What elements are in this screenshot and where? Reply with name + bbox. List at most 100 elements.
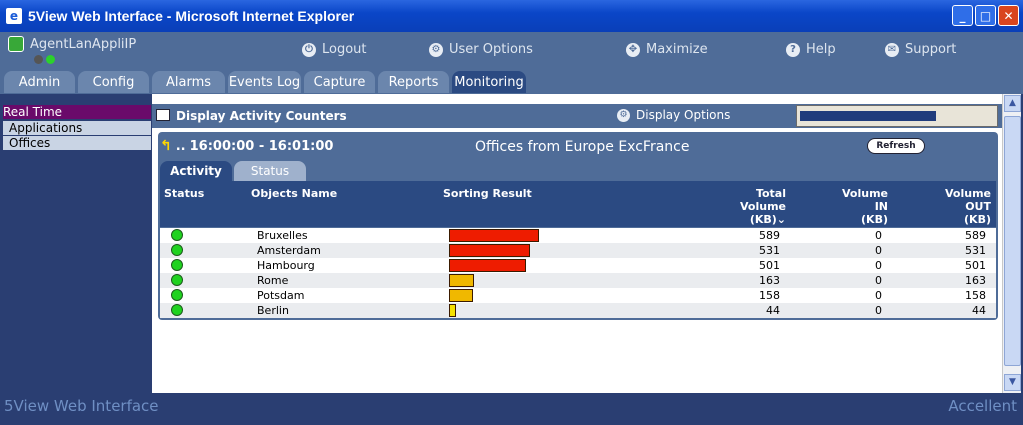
col-volume-out[interactable]: Volume OUT (KB) [922, 187, 991, 226]
col-total-line2: Volume [740, 200, 786, 213]
maximize-icon: ✥ [626, 42, 640, 57]
sort-desc-icon: ⌄ [776, 213, 786, 226]
footer-brand: Accellent [948, 397, 1017, 415]
mail-icon: ✉ [885, 42, 899, 57]
object-name: Berlin [257, 304, 289, 317]
nav-dots: .. [175, 138, 186, 154]
options-icon: ⚙ [617, 108, 630, 122]
table-row[interactable]: Berlin 44 0 44 [160, 303, 996, 318]
table-row[interactable]: Potsdam 158 0 158 [160, 288, 996, 303]
volume-out: 531 [965, 244, 986, 257]
help-link[interactable]: ? Help [786, 42, 836, 57]
support-link[interactable]: ✉ Support [885, 42, 956, 57]
view-title: Offices from Europe ExcFrance [475, 139, 690, 155]
sorting-bar [449, 244, 530, 257]
refresh-button[interactable]: Refresh [867, 138, 925, 154]
object-name: Amsterdam [257, 244, 321, 257]
tab-config[interactable]: Config [78, 71, 149, 93]
close-button[interactable]: ✕ [998, 5, 1019, 26]
tab-alarms[interactable]: Alarms [152, 71, 225, 93]
status-dot-green-icon [46, 55, 55, 64]
user-options-link[interactable]: ⚙ User Options [429, 42, 533, 57]
maximize-link[interactable]: ✥ Maximize [626, 42, 708, 57]
volume-out: 589 [965, 229, 986, 242]
sorting-bar [449, 229, 539, 242]
object-name: Hambourg [257, 259, 315, 272]
sorting-bar [449, 289, 473, 302]
minimize-button[interactable]: _ [952, 5, 973, 26]
total-volume: 589 [759, 229, 780, 242]
agent-label: AgentLanAppliIP [8, 36, 136, 52]
help-label: Help [806, 42, 836, 57]
vertical-scrollbar[interactable]: ▲ ▼ [1002, 94, 1021, 393]
subtab-status[interactable]: Status [234, 161, 306, 181]
volume-in: 0 [875, 259, 882, 272]
col-in-line2: IN [874, 200, 888, 213]
logout-link[interactable]: ⏻ Logout [302, 42, 367, 57]
sidebar-item-real-time[interactable]: Real Time [3, 105, 151, 119]
col-sorting-result[interactable]: Sorting Result [443, 187, 532, 200]
display-options-link[interactable]: ⚙ Display Options [617, 108, 730, 122]
col-in-line3: (KB) [861, 213, 888, 226]
power-icon: ⏻ [302, 42, 316, 57]
volume-in: 0 [875, 244, 882, 257]
maximize-label: Maximize [646, 42, 708, 57]
footer-app-name: 5View Web Interface [4, 397, 159, 415]
col-total-line3: (KB) [749, 213, 777, 226]
col-volume-in[interactable]: Volume IN (KB) [820, 187, 888, 226]
sorting-bar [449, 304, 456, 317]
up-arrow-icon[interactable]: ↰ [160, 138, 172, 154]
table-body: Bruxelles 589 0 589 Amsterdam 531 0 531 … [160, 228, 996, 318]
table-row[interactable]: Bruxelles 589 0 589 [160, 228, 996, 243]
object-name: Rome [257, 274, 289, 287]
status-ok-icon [171, 274, 183, 286]
user-options-label: User Options [449, 42, 533, 57]
total-volume: 158 [759, 289, 780, 302]
col-objects-name[interactable]: Objects Name [251, 187, 337, 200]
volume-in: 0 [875, 304, 882, 317]
col-total-line1: Total [755, 187, 786, 200]
help-icon: ? [786, 42, 800, 57]
tab-admin[interactable]: Admin [4, 71, 75, 93]
window-title: 5View Web Interface - Microsoft Internet… [28, 8, 355, 24]
maximize-button[interactable]: □ [975, 5, 996, 26]
status-dots [34, 55, 55, 64]
table-row[interactable]: Hambourg 501 0 501 [160, 258, 996, 273]
panel-title: Display Activity Counters [176, 109, 347, 123]
status-ok-icon [171, 259, 183, 271]
tab-reports[interactable]: Reports [378, 71, 449, 93]
table-row[interactable]: Amsterdam 531 0 531 [160, 243, 996, 258]
col-total-volume[interactable]: Total Volume (KB)⌄ [720, 187, 786, 226]
col-in-line1: Volume [842, 187, 888, 200]
ie-icon: e [6, 8, 22, 24]
logout-label: Logout [322, 42, 367, 57]
tab-monitoring[interactable]: Monitoring [452, 71, 526, 93]
table-header: Status Objects Name Sorting Result Total… [160, 181, 996, 227]
volume-in: 0 [875, 289, 882, 302]
scroll-thumb[interactable] [1004, 116, 1021, 366]
tab-capture[interactable]: Capture [304, 71, 375, 93]
col-out-line3: (KB) [964, 213, 991, 226]
window-titlebar: e 5View Web Interface - Microsoft Intern… [0, 0, 1023, 32]
tab-events-log[interactable]: Events Log [228, 71, 301, 93]
status-dot-grey-icon [34, 55, 43, 64]
display-options-label: Display Options [636, 108, 731, 122]
sidebar-item-offices[interactable]: Offices [3, 136, 151, 150]
col-out-line1: Volume [945, 187, 991, 200]
scroll-down-button[interactable]: ▼ [1004, 374, 1021, 391]
volume-in: 0 [875, 274, 882, 287]
sorting-bar [449, 259, 526, 272]
sidebar-item-applications[interactable]: Applications [3, 121, 151, 135]
subtab-activity[interactable]: Activity [160, 161, 232, 181]
status-ok-icon [171, 304, 183, 316]
time-range-row: ↰ .. 16:00:00 - 16:01:00 [160, 138, 333, 154]
total-volume: 531 [759, 244, 780, 257]
col-status[interactable]: Status [164, 187, 204, 200]
status-ok-icon [171, 244, 183, 256]
status-ok-icon [171, 229, 183, 241]
sorting-bar [449, 274, 474, 287]
volume-out: 501 [965, 259, 986, 272]
support-label: Support [905, 42, 957, 57]
table-row[interactable]: Rome 163 0 163 [160, 273, 996, 288]
scroll-up-button[interactable]: ▲ [1004, 95, 1021, 112]
